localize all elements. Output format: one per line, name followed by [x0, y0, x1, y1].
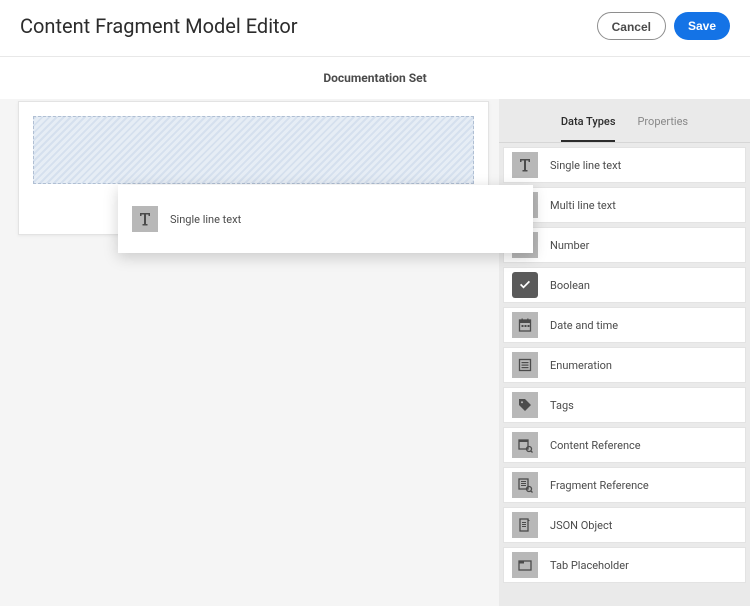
- workspace: Single line text Data Types Properties S…: [0, 99, 750, 606]
- type-boolean[interactable]: Boolean: [503, 267, 746, 303]
- tab-data-types[interactable]: Data Types: [561, 111, 616, 142]
- calendar-icon: [512, 312, 538, 338]
- type-label: Single line text: [550, 159, 621, 172]
- drag-preview[interactable]: Single line text: [118, 185, 533, 253]
- canvas-area: Single line text: [0, 99, 499, 606]
- save-button[interactable]: Save: [674, 12, 730, 40]
- type-tags[interactable]: Tags: [503, 387, 746, 423]
- text-icon: [132, 206, 158, 232]
- tab-icon: [512, 552, 538, 578]
- type-label: Enumeration: [550, 359, 612, 372]
- editor-header: Content Fragment Model Editor Cancel Sav…: [0, 0, 750, 57]
- tag-icon: [512, 392, 538, 418]
- type-fragment-reference[interactable]: Fragment Reference: [503, 467, 746, 503]
- type-label: JSON Object: [550, 519, 612, 532]
- type-date-time[interactable]: Date and time: [503, 307, 746, 343]
- drag-label: Single line text: [170, 213, 241, 226]
- field-dropzone[interactable]: [33, 116, 474, 184]
- sidebar-panel: Data Types Properties Single line text M…: [499, 99, 750, 606]
- type-enumeration[interactable]: Enumeration: [503, 347, 746, 383]
- json-icon: [512, 512, 538, 538]
- type-number[interactable]: Number: [503, 227, 746, 263]
- type-label: Tags: [550, 399, 574, 412]
- type-label: Content Reference: [550, 439, 641, 452]
- data-types-list: Single line text Multi line text Number …: [499, 143, 750, 587]
- type-label: Fragment Reference: [550, 479, 649, 492]
- type-label: Boolean: [550, 279, 590, 292]
- cancel-button[interactable]: Cancel: [597, 12, 666, 40]
- type-label: Number: [550, 239, 589, 252]
- type-single-line-text[interactable]: Single line text: [503, 147, 746, 183]
- type-multi-line-text[interactable]: Multi line text: [503, 187, 746, 223]
- checkbox-icon: [512, 272, 538, 298]
- header-actions: Cancel Save: [597, 12, 730, 40]
- page-title: Content Fragment Model Editor: [20, 14, 298, 38]
- content-ref-icon: [512, 432, 538, 458]
- text-icon: [512, 152, 538, 178]
- fragment-ref-icon: [512, 472, 538, 498]
- list-icon: [512, 352, 538, 378]
- type-label: Multi line text: [550, 199, 616, 212]
- document-title: Documentation Set: [0, 57, 750, 99]
- type-content-reference[interactable]: Content Reference: [503, 427, 746, 463]
- type-json-object[interactable]: JSON Object: [503, 507, 746, 543]
- tab-properties[interactable]: Properties: [637, 111, 688, 142]
- type-label: Date and time: [550, 319, 618, 332]
- sidebar-tabs: Data Types Properties: [499, 99, 750, 143]
- type-tab-placeholder[interactable]: Tab Placeholder: [503, 547, 746, 583]
- type-label: Tab Placeholder: [550, 559, 629, 572]
